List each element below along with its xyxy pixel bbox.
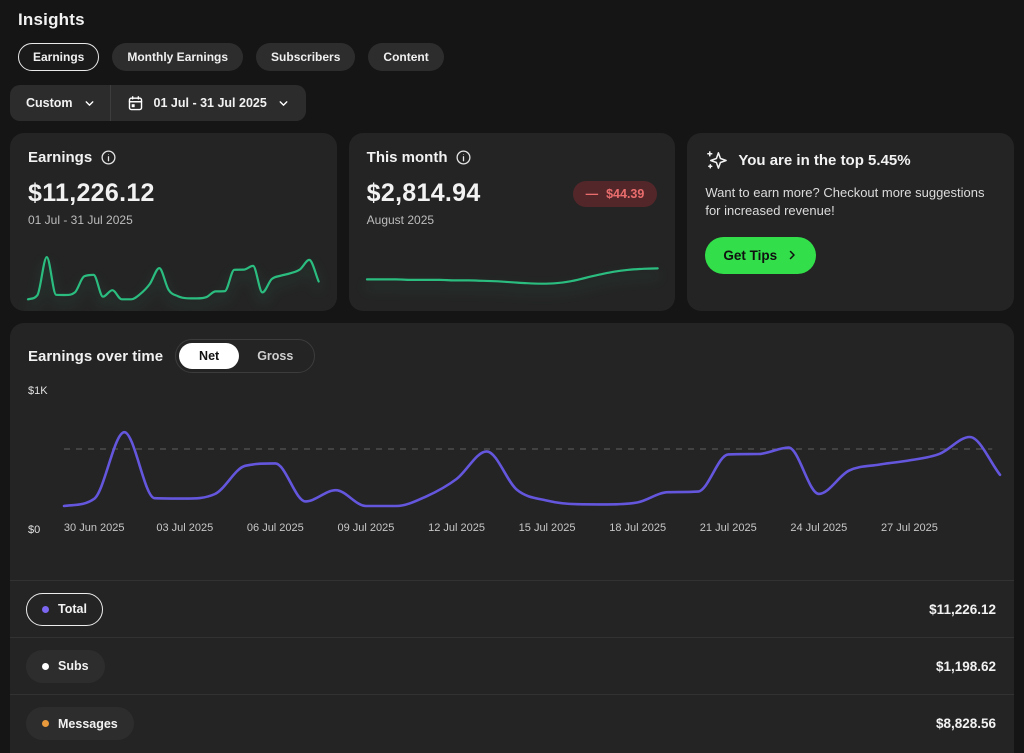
x-tick-label: 18 Jul 2025: [609, 522, 667, 534]
legend-label: Total: [58, 602, 87, 616]
tab-content[interactable]: Content: [368, 43, 444, 71]
tips-card-title: You are in the top 5.45%: [738, 152, 911, 169]
this-month-period: August 2025: [366, 213, 435, 227]
table-row-subs: Subs $1,198.62: [10, 638, 1014, 695]
legend-value-messages: $8,828.56: [935, 716, 996, 731]
insights-tabs: Earnings Monthly Earnings Subscribers Co…: [18, 43, 1014, 71]
x-tick-label: 06 Jul 2025: [246, 522, 304, 534]
page-title: Insights: [18, 10, 85, 29]
y-axis-max-label: $1K: [28, 385, 48, 397]
legend-value-total: $11,226.12: [929, 601, 996, 617]
earnings-total-value: $11,226.12: [28, 179, 155, 207]
x-tick-label: 12 Jul 2025: [428, 522, 485, 534]
table-row-total: Total $11,226.12: [10, 581, 1014, 638]
get-tips-button[interactable]: Get Tips: [705, 236, 817, 274]
earnings-card: Earnings $11,226.12 01 Jul - 31 Jul 2025: [10, 133, 337, 311]
earnings-period: 01 Jul - 31 Jul 2025: [28, 213, 133, 227]
x-tick-label: 03 Jul 2025: [156, 522, 214, 534]
x-tick-label: 24 Jul 2025: [790, 522, 848, 534]
table-row-messages: Messages $8,828.56: [10, 695, 1014, 752]
get-tips-label: Get Tips: [723, 247, 778, 263]
insights-page: Insights Earnings Monthly Earnings Subsc…: [0, 0, 1024, 753]
this-month-card-title: This month: [366, 149, 448, 166]
y-axis-labels: $1K $0: [22, 385, 64, 538]
chevron-down-icon: [277, 97, 290, 110]
sparkle-icon: [705, 149, 728, 172]
legend-pill-messages[interactable]: Messages: [26, 707, 134, 740]
tab-earnings[interactable]: Earnings: [18, 43, 100, 71]
summary-cards: Earnings $11,226.12 01 Jul - 31 Jul 2025…: [10, 133, 1014, 311]
toggle-option-gross[interactable]: Gross: [239, 349, 311, 363]
this-month-sparkline: [367, 249, 658, 305]
range-preset-dropdown[interactable]: Custom: [10, 85, 111, 121]
legend-dot: [42, 605, 49, 613]
calendar-icon: [127, 95, 144, 112]
tab-subscribers[interactable]: Subscribers: [256, 43, 356, 71]
legend-dot: [42, 720, 49, 727]
range-preset-label: Custom: [26, 96, 73, 110]
earnings-over-time-panel: Earnings over time Net Gross $1K $0 30 J…: [10, 323, 1014, 753]
legend-rows: Total $11,226.12 Subs $1,198.62 Messages…: [10, 580, 1014, 752]
earnings-card-title: Earnings: [28, 149, 93, 166]
legend-pill-subs[interactable]: Subs: [26, 649, 105, 683]
date-filter-bar: Custom 01 Jul - 31 Jul 2025: [10, 85, 306, 121]
tips-card: You are in the top 5.45% Want to earn mo…: [687, 133, 1014, 311]
legend-pill-total[interactable]: Total: [26, 592, 103, 626]
earnings-sparkline: [28, 249, 319, 305]
tips-card-body: Want to earn more? Checkout more suggest…: [705, 185, 985, 219]
date-range-picker[interactable]: 01 Jul - 31 Jul 2025: [111, 85, 306, 121]
net-gross-toggle: Net Gross: [175, 339, 316, 373]
chart-plot-area[interactable]: [64, 385, 1000, 513]
line-chart: $1K $0 30 Jun 2025 03 Jul 2025 06 Jul 2025…: [10, 373, 1014, 538]
legend-label: Subs: [58, 659, 89, 673]
this-month-value: $2,814.94: [366, 179, 481, 207]
toggle-option-net[interactable]: Net: [179, 343, 240, 369]
chevron-down-icon: [83, 97, 96, 110]
x-tick-label: 30 Jun 2025: [63, 522, 125, 534]
legend-label: Messages: [58, 716, 118, 731]
legend-dot: [42, 662, 49, 670]
info-icon[interactable]: [100, 149, 117, 166]
x-tick-label: 09 Jul 2025: [337, 522, 395, 534]
legend-value-subs: $1,198.62: [935, 658, 996, 674]
badge-amount: $44.39: [606, 186, 645, 201]
x-axis-labels: 30 Jun 2025 03 Jul 2025 06 Jul 2025 09 Jul …: [64, 522, 1000, 538]
date-range-label: 01 Jul - 31 Jul 2025: [153, 96, 267, 110]
x-tick-label: 27 Jul 2025: [880, 522, 938, 534]
x-tick-label: 15 Jul 2025: [518, 522, 576, 534]
chart-title: Earnings over time: [28, 347, 164, 365]
tab-monthly-earnings[interactable]: Monthly Earnings: [112, 43, 244, 71]
badge-minus-sign: —: [585, 186, 599, 201]
x-tick-label: 21 Jul 2025: [699, 522, 757, 534]
negative-delta-badge: — $44.39: [572, 180, 658, 207]
info-icon[interactable]: [455, 149, 472, 166]
this-month-card: This month $2,814.94 — $44.39 August 202…: [348, 133, 676, 311]
y-axis-min-label: $0: [28, 524, 41, 536]
chevron-right-icon: [786, 249, 798, 261]
